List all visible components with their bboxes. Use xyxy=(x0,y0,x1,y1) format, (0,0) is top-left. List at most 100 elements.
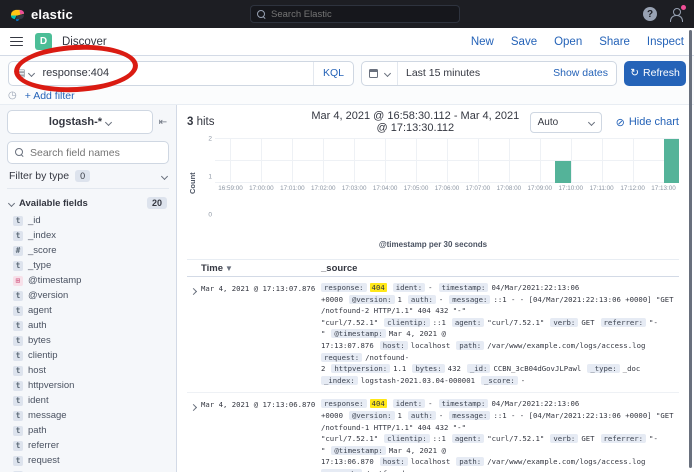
hide-chart-button[interactable]: ⊘ Hide chart xyxy=(616,116,679,129)
discover-app-badge[interactable]: D xyxy=(35,33,52,50)
collapse-sidebar-icon[interactable]: ⇤ xyxy=(157,117,169,128)
source-value: _doc xyxy=(623,364,641,373)
chevron-down-icon xyxy=(384,69,391,76)
gridline xyxy=(509,139,510,183)
calendar-button[interactable] xyxy=(362,62,398,85)
source-value: - xyxy=(521,376,525,385)
app-nav-bar: D Discover New Save Open Share Inspect xyxy=(0,28,694,56)
filter-by-type[interactable]: Filter by type 0 xyxy=(7,164,169,189)
index-pattern-select[interactable]: logstash-* xyxy=(7,110,153,134)
source-field-badge: verb: xyxy=(550,318,578,327)
string-field-icon: t xyxy=(13,456,23,466)
fields-sidebar: logstash-* ⇤ Filter by type 0 Available … xyxy=(0,105,176,472)
gridline xyxy=(323,139,324,183)
sort-descending-icon[interactable]: ▼ xyxy=(225,264,233,273)
field-name: auth xyxy=(28,320,47,331)
string-field-icon: t xyxy=(13,231,23,241)
field-item-path[interactable]: tpath xyxy=(7,423,169,438)
nav-action-share[interactable]: Share xyxy=(599,36,630,48)
source-field-badge: @version: xyxy=(349,411,395,420)
field-item-@timestamp[interactable]: ⊞@timestamp xyxy=(7,273,169,288)
field-search-input[interactable] xyxy=(30,147,161,159)
nav-action-save[interactable]: Save xyxy=(511,36,537,48)
global-search[interactable] xyxy=(250,5,460,23)
string-field-icon: t xyxy=(13,216,23,226)
field-name: _id xyxy=(28,215,41,226)
date-field-icon: ⊞ xyxy=(13,276,23,286)
global-search-input[interactable] xyxy=(271,9,453,20)
breadcrumb[interactable]: Discover xyxy=(62,36,107,48)
field-item-bytes[interactable]: tbytes xyxy=(7,333,169,348)
menu-icon[interactable] xyxy=(10,37,23,47)
row-source: response:404ident:-timestamp:04/Mar/2021… xyxy=(321,398,679,472)
saved-query-menu-icon[interactable]: ◷ xyxy=(8,90,17,101)
refresh-button[interactable]: ↻ Refresh xyxy=(624,61,686,86)
expand-row-icon[interactable] xyxy=(187,398,201,472)
field-item-clientip[interactable]: tclientip xyxy=(7,348,169,363)
field-item-httpversion[interactable]: thttpversion xyxy=(7,378,169,393)
hits-count: 3 hits xyxy=(187,116,307,128)
expand-row-icon[interactable] xyxy=(187,282,201,386)
filter-type-count-badge: 0 xyxy=(75,170,90,182)
page-scrollbar[interactable] xyxy=(689,30,692,468)
add-filter-button[interactable]: + Add filter xyxy=(25,90,75,102)
field-item-_score[interactable]: #_score xyxy=(7,243,169,258)
field-item-auth[interactable]: tauth xyxy=(7,318,169,333)
source-value: ::1 xyxy=(433,434,446,443)
search-icon xyxy=(15,148,24,157)
source-field-badge: timestamp: xyxy=(439,283,489,292)
time-column-header[interactable]: Time▼ xyxy=(187,263,321,274)
x-tick-label: 17:13:00 xyxy=(651,185,676,192)
string-field-icon: t xyxy=(13,411,23,421)
query-text[interactable]: response:404 xyxy=(42,67,313,79)
field-item-@version[interactable]: t@version xyxy=(7,288,169,303)
histogram-bar[interactable] xyxy=(664,139,679,183)
saved-query-icon[interactable]: ▤ xyxy=(16,68,25,79)
field-item-_type[interactable]: t_type xyxy=(7,258,169,273)
nav-action-inspect[interactable]: Inspect xyxy=(647,36,684,48)
field-item-_id[interactable]: t _id xyxy=(7,213,169,228)
field-item-message[interactable]: tmessage xyxy=(7,408,169,423)
source-value: - xyxy=(428,283,432,292)
source-value: ::1 xyxy=(433,318,446,327)
chevron-down-icon[interactable] xyxy=(28,69,35,76)
source-field-badge: auth: xyxy=(408,295,436,304)
field-item-agent[interactable]: tagent xyxy=(7,303,169,318)
query-language-button[interactable]: KQL xyxy=(313,62,353,85)
highlighted-value: 404 xyxy=(370,283,387,292)
gridline xyxy=(540,139,541,183)
date-picker: Last 15 minutes Show dates xyxy=(361,61,617,86)
show-dates-button[interactable]: Show dates xyxy=(545,67,616,79)
time-range-value[interactable]: Last 15 minutes xyxy=(398,67,545,79)
x-tick-label: 17:00:00 xyxy=(249,185,274,192)
field-item-ident[interactable]: tident xyxy=(7,393,169,408)
nav-action-open[interactable]: Open xyxy=(554,36,582,48)
user-avatar[interactable] xyxy=(669,7,684,22)
source-field-badge: path: xyxy=(456,457,484,466)
field-name: agent xyxy=(28,305,52,316)
nav-action-new[interactable]: New xyxy=(471,36,494,48)
help-icon[interactable]: ? xyxy=(643,7,657,21)
field-item-_index[interactable]: t_index xyxy=(7,228,169,243)
source-field-badge: message: xyxy=(449,411,490,420)
available-fields-header[interactable]: Available fields 20 xyxy=(9,197,167,209)
interval-select[interactable]: Auto xyxy=(530,112,602,133)
query-input[interactable]: ▤ response:404 KQL xyxy=(8,61,354,86)
source-field-badge: _type: xyxy=(587,364,619,373)
elastic-brand[interactable]: elastic xyxy=(10,7,73,22)
field-item-referrer[interactable]: treferrer xyxy=(7,438,169,453)
discover-main: 3 hits Mar 4, 2021 @ 16:58:30.112 - Mar … xyxy=(176,105,689,472)
field-item-host[interactable]: thost xyxy=(7,363,169,378)
string-field-icon: t xyxy=(13,336,23,346)
field-item-request[interactable]: trequest xyxy=(7,453,169,468)
histogram-bar[interactable] xyxy=(555,161,570,183)
field-search[interactable] xyxy=(7,141,169,164)
field-name: bytes xyxy=(28,335,51,346)
source-value: "curl/7.52.1" xyxy=(487,434,544,443)
source-value: localhost xyxy=(411,457,451,466)
gridline xyxy=(292,139,293,183)
source-field-badge: ident: xyxy=(393,399,425,408)
source-field-badge: clientip: xyxy=(384,318,430,327)
field-item-response[interactable]: tresponse xyxy=(7,468,169,472)
histogram-plot[interactable] xyxy=(215,139,679,183)
